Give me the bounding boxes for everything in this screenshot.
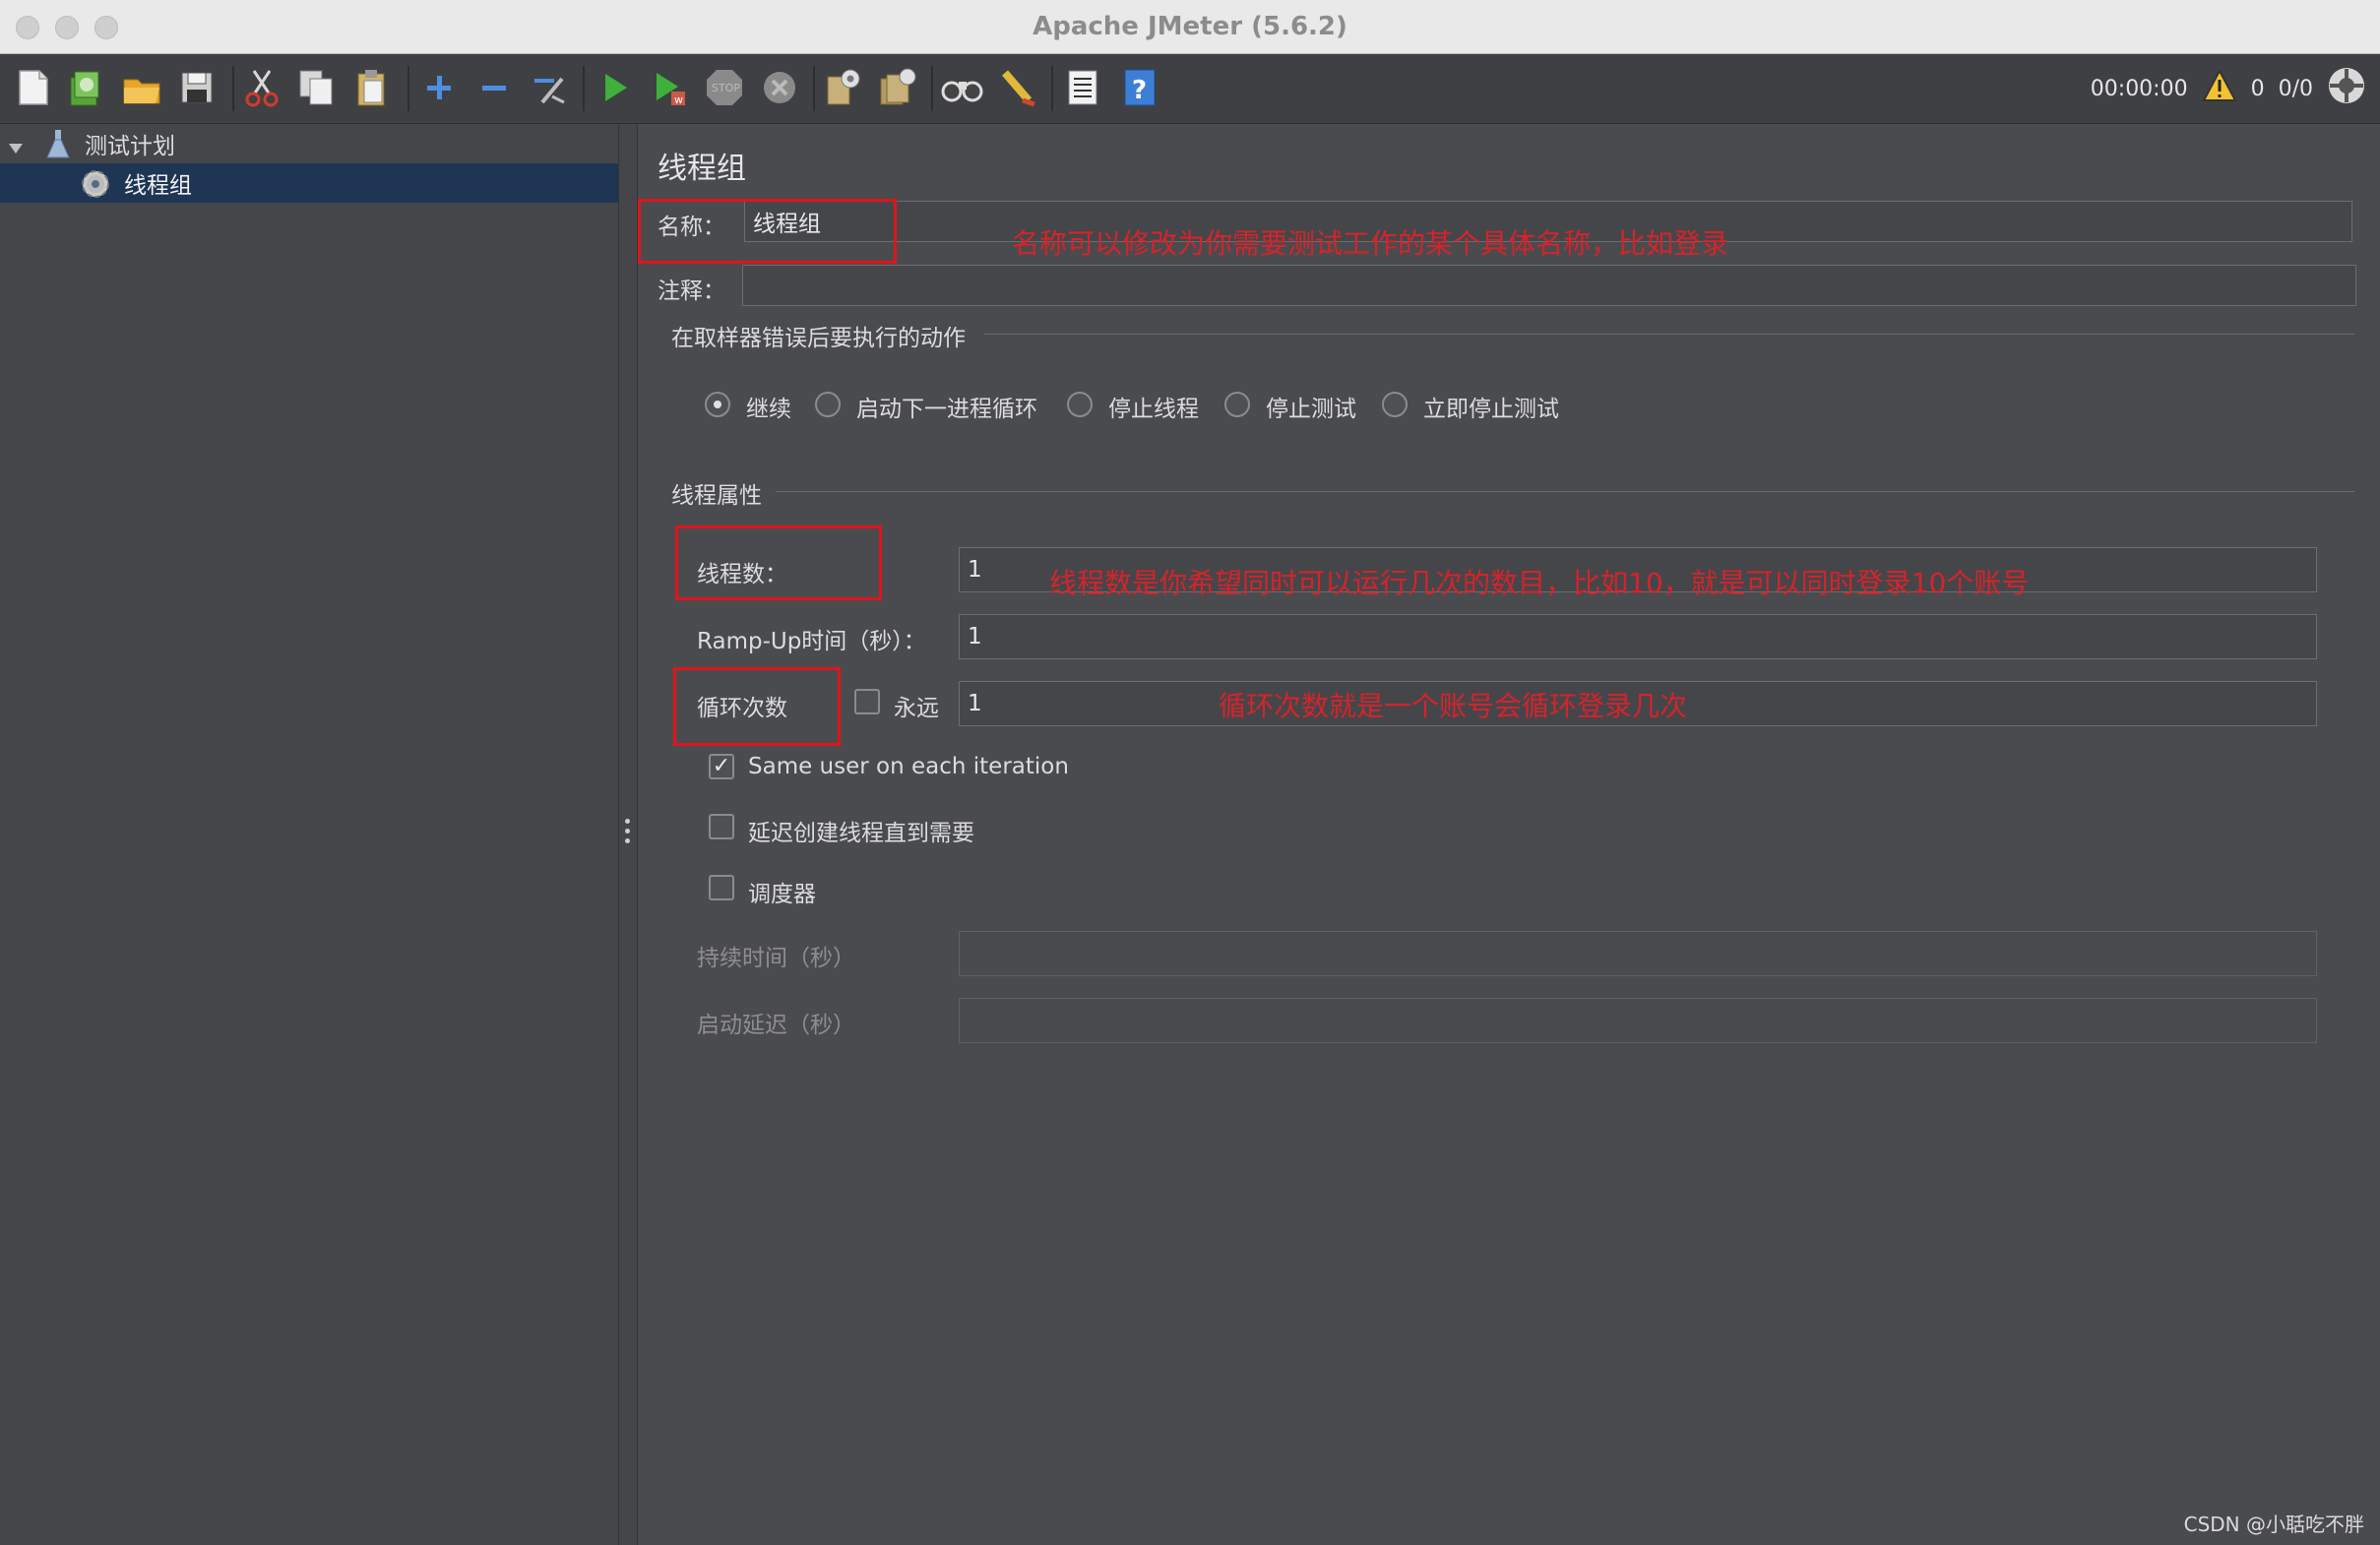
comment-label: 注释： bbox=[658, 278, 725, 304]
run-status: 00:00:00 0 0/0 bbox=[2091, 66, 2366, 111]
annotation-box-name bbox=[638, 199, 897, 264]
threads-status: 0/0 bbox=[2278, 76, 2313, 101]
clear-all-icon[interactable] bbox=[874, 64, 921, 111]
radio-next-loop-label: 启动下一进程循环 bbox=[856, 397, 1037, 422]
test-plan-tree: 测试计划 线程组 bbox=[0, 124, 619, 1545]
remote-status-icon[interactable] bbox=[2327, 66, 2366, 111]
scheduler-checkbox[interactable] bbox=[709, 875, 734, 900]
radio-next-loop[interactable] bbox=[815, 392, 841, 417]
thread-properties-section-title: 线程属性 bbox=[671, 483, 762, 509]
startup-delay-field[interactable] bbox=[959, 998, 2317, 1043]
clear-icon[interactable] bbox=[819, 64, 866, 111]
help-icon[interactable]: ? bbox=[1116, 64, 1163, 111]
open-icon[interactable] bbox=[118, 64, 165, 111]
function-helper-icon[interactable] bbox=[1059, 64, 1106, 111]
stop-icon[interactable]: STOP bbox=[701, 64, 748, 111]
page-title: 线程组 bbox=[658, 152, 746, 186]
window-controls bbox=[16, 16, 118, 39]
startup-delay-label: 启动延迟（秒） bbox=[697, 1013, 855, 1038]
duration-field[interactable] bbox=[959, 931, 2317, 976]
chevron-down-icon[interactable] bbox=[8, 136, 24, 161]
scheduler-label: 调度器 bbox=[748, 882, 816, 907]
save-icon[interactable] bbox=[173, 64, 220, 111]
radio-stop-test-now-label: 立即停止测试 bbox=[1423, 397, 1559, 422]
radio-stop-test-label: 停止测试 bbox=[1266, 397, 1356, 422]
radio-stop-thread[interactable] bbox=[1067, 392, 1093, 417]
tree-item-thread-group[interactable]: 线程组 bbox=[0, 163, 618, 203]
copy-icon[interactable] bbox=[293, 64, 341, 111]
duration-label: 持续时间（秒） bbox=[697, 946, 855, 971]
elapsed-time: 00:00:00 bbox=[2090, 76, 2188, 101]
radio-stop-thread-label: 停止线程 bbox=[1108, 397, 1199, 422]
minimize-window-button[interactable] bbox=[55, 16, 79, 39]
svg-text:?: ? bbox=[1132, 76, 1147, 105]
radio-stop-test-now[interactable] bbox=[1382, 392, 1408, 417]
radio-continue[interactable] bbox=[705, 392, 730, 417]
expand-icon[interactable] bbox=[415, 64, 463, 111]
annotation-name-note: 名称可以修改为你需要测试工作的某个具体名称，比如登录 bbox=[1012, 227, 1729, 260]
toggle-icon[interactable] bbox=[526, 64, 573, 111]
error-action-section-title: 在取样器错误后要执行的动作 bbox=[671, 326, 966, 351]
cut-icon[interactable] bbox=[238, 64, 285, 111]
thread-group-panel: 线程组 名称： 线程组 名称可以修改为你需要测试工作的某个具体名称，比如登录 注… bbox=[638, 124, 2380, 1545]
watermark: CSDN @小聒吃不胖 bbox=[2183, 1513, 2364, 1536]
annotation-loop-note: 循环次数就是一个账号会循环登录几次 bbox=[1219, 690, 1688, 722]
section-divider bbox=[984, 334, 2354, 335]
paste-icon[interactable] bbox=[348, 64, 396, 111]
tree-item-label: 线程组 bbox=[124, 173, 192, 199]
delay-thread-creation-label: 延迟创建线程直到需要 bbox=[748, 821, 974, 846]
close-window-button[interactable] bbox=[16, 16, 39, 39]
radio-stop-test[interactable] bbox=[1224, 392, 1250, 417]
start-icon[interactable] bbox=[591, 64, 638, 111]
tree-item-label: 测试计划 bbox=[85, 134, 175, 159]
title-bar: Apache JMeter (5.6.2) bbox=[0, 0, 2380, 54]
rampup-label: Ramp-Up时间（秒）： bbox=[697, 629, 926, 654]
same-user-label: Same user on each iteration bbox=[748, 754, 1069, 779]
collapse-icon[interactable] bbox=[470, 64, 518, 111]
svg-text:STOP: STOP bbox=[712, 82, 740, 94]
svg-text:w: w bbox=[674, 93, 683, 106]
templates-icon[interactable] bbox=[61, 64, 108, 111]
shutdown-icon[interactable] bbox=[756, 64, 803, 111]
split-pane-divider[interactable] bbox=[619, 124, 638, 1545]
warning-icon[interactable] bbox=[2201, 68, 2237, 108]
flask-icon bbox=[45, 128, 71, 165]
delay-thread-creation-checkbox[interactable] bbox=[709, 814, 734, 839]
forever-label: 永远 bbox=[894, 696, 939, 721]
gear-icon bbox=[79, 167, 112, 207]
window-title: Apache JMeter (5.6.2) bbox=[1033, 12, 1347, 41]
tree-item-test-plan[interactable]: 测试计划 bbox=[0, 124, 618, 163]
drag-handle-icon[interactable] bbox=[625, 819, 631, 848]
section-divider bbox=[776, 491, 2354, 492]
radio-continue-label: 继续 bbox=[746, 397, 791, 422]
annotation-box-loop bbox=[673, 667, 841, 746]
annotation-threads-note: 线程数是你希望同时可以运行几次的数目，比如10，就是可以同时登录10个账号 bbox=[1049, 567, 2030, 599]
toolbar: w STOP ? 00:00:00 0 0/0 bbox=[0, 54, 2380, 124]
zoom-window-button[interactable] bbox=[94, 16, 118, 39]
search-icon[interactable] bbox=[939, 64, 986, 111]
comment-field[interactable] bbox=[742, 265, 2356, 306]
start-no-pause-icon[interactable]: w bbox=[646, 64, 693, 111]
annotation-box-threads bbox=[675, 525, 882, 600]
warning-count: 0 bbox=[2250, 76, 2265, 101]
forever-checkbox[interactable] bbox=[854, 689, 880, 714]
new-icon[interactable] bbox=[10, 64, 57, 111]
same-user-checkbox[interactable]: ✓ bbox=[709, 754, 734, 779]
rampup-field[interactable]: 1 bbox=[959, 614, 2317, 659]
reset-search-icon[interactable] bbox=[994, 64, 1041, 111]
